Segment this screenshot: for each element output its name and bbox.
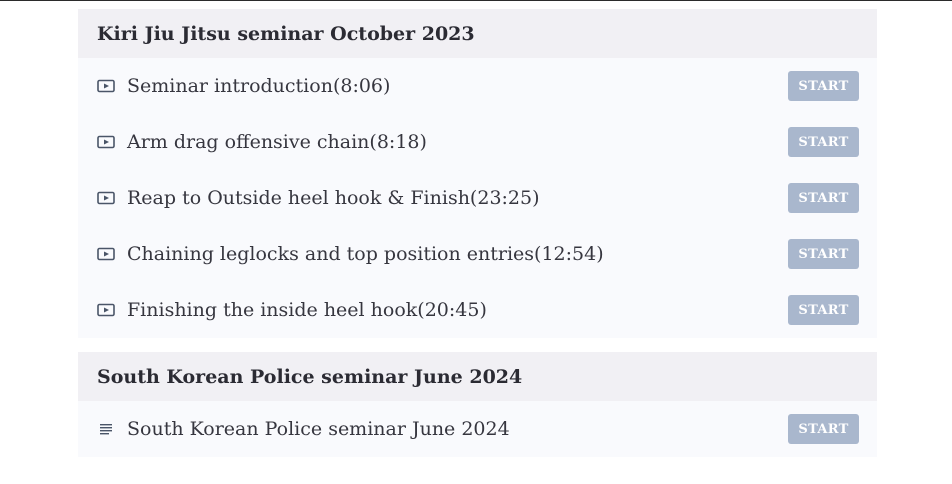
- lesson-title[interactable]: Reap to Outside heel hook & Finish(23:25…: [127, 187, 877, 209]
- course-section: South Korean Police seminar June 2024 So…: [78, 352, 877, 457]
- section-title: South Korean Police seminar June 2024: [97, 365, 523, 388]
- text-icon: [97, 422, 115, 436]
- course-curriculum: Kiri Jiu Jitsu seminar October 2023 Semi…: [78, 9, 877, 471]
- lesson-list: Seminar introduction(8:06) START Arm dra…: [78, 58, 877, 338]
- video-icon: [97, 303, 115, 317]
- top-border: [0, 0, 952, 1]
- lesson-item[interactable]: Finishing the inside heel hook(20:45) ST…: [78, 282, 877, 338]
- start-button[interactable]: START: [788, 71, 859, 101]
- section-header: South Korean Police seminar June 2024: [78, 352, 877, 401]
- start-button[interactable]: START: [788, 295, 859, 325]
- lesson-title[interactable]: South Korean Police seminar June 2024: [127, 418, 877, 440]
- lesson-item[interactable]: Chaining leglocks and top position entri…: [78, 226, 877, 282]
- start-button[interactable]: START: [788, 183, 859, 213]
- section-title: Kiri Jiu Jitsu seminar October 2023: [97, 22, 475, 45]
- course-section: Kiri Jiu Jitsu seminar October 2023 Semi…: [78, 9, 877, 338]
- lesson-item[interactable]: Reap to Outside heel hook & Finish(23:25…: [78, 170, 877, 226]
- start-button[interactable]: START: [788, 127, 859, 157]
- lesson-item[interactable]: Seminar introduction(8:06) START: [78, 58, 877, 114]
- lesson-title[interactable]: Arm drag offensive chain(8:18): [127, 131, 877, 153]
- lesson-title[interactable]: Seminar introduction(8:06): [127, 75, 877, 97]
- start-button[interactable]: START: [788, 414, 859, 444]
- section-header: Kiri Jiu Jitsu seminar October 2023: [78, 9, 877, 58]
- lesson-title[interactable]: Finishing the inside heel hook(20:45): [127, 299, 877, 321]
- lesson-list: South Korean Police seminar June 2024 ST…: [78, 401, 877, 457]
- lesson-title[interactable]: Chaining leglocks and top position entri…: [127, 243, 877, 265]
- start-button[interactable]: START: [788, 239, 859, 269]
- lesson-item[interactable]: Arm drag offensive chain(8:18) START: [78, 114, 877, 170]
- video-icon: [97, 191, 115, 205]
- video-icon: [97, 79, 115, 93]
- video-icon: [97, 247, 115, 261]
- video-icon: [97, 135, 115, 149]
- lesson-item[interactable]: South Korean Police seminar June 2024 ST…: [78, 401, 877, 457]
